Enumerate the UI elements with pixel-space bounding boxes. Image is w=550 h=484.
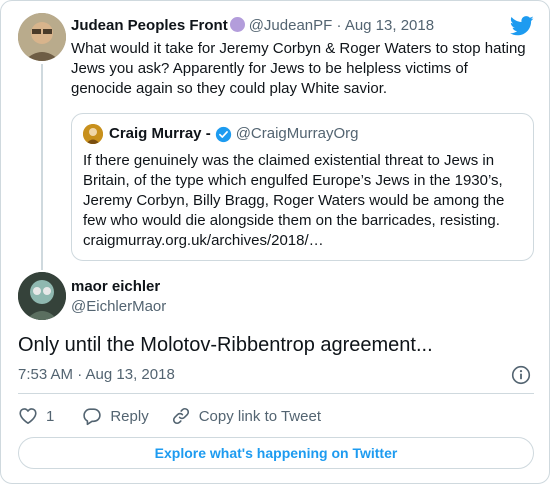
main-tweet-timestamp[interactable]: 7:53 AM · Aug 13, 2018 <box>18 365 175 385</box>
copy-link-label: Copy link to Tweet <box>198 407 321 425</box>
quoted-author-handle: @CraigMurrayOrg <box>235 125 359 142</box>
divider <box>18 393 534 394</box>
tweet-embed-card: Judean Peoples Front @JudeanPF · Aug 13, … <box>0 0 550 484</box>
quoted-author-name: Craig Murray - <box>109 125 211 142</box>
info-icon[interactable] <box>511 365 531 385</box>
verified-badge-icon <box>215 126 231 142</box>
like-count: 1 <box>46 407 55 425</box>
quoted-tweet-text: If there genuinely was the claimed exist… <box>83 152 505 249</box>
tweet-actions-bar: 1 Reply Copy link to Tweet <box>18 405 321 427</box>
main-author-handle[interactable]: @EichlerMaor <box>71 297 166 317</box>
copy-link-button[interactable]: Copy link to Tweet <box>171 405 321 427</box>
quoted-tweet-card[interactable]: Craig Murray - @CraigMurrayOrg If there … <box>71 113 534 261</box>
quoted-author-avatar <box>83 124 103 144</box>
parent-author-handle[interactable]: @JudeanPF <box>249 17 333 34</box>
twitter-bird-icon[interactable] <box>510 16 534 36</box>
parent-author-name[interactable]: Judean Peoples Front <box>71 17 228 34</box>
parent-author-avatar[interactable] <box>18 13 66 61</box>
parent-tweet-header: Judean Peoples Front @JudeanPF · Aug 13, … <box>71 16 434 36</box>
purple-circle-badge-icon <box>229 17 245 32</box>
thread-connector-line <box>41 64 43 270</box>
explore-twitter-button[interactable]: Explore what's happening on Twitter <box>18 437 534 469</box>
reply-button[interactable]: Reply <box>82 405 149 427</box>
main-author-name[interactable]: maor eichler <box>71 277 160 297</box>
like-button[interactable]: 1 <box>18 405 54 427</box>
main-tweet-text: Only until the Molotov-Ribbentrop agreem… <box>18 334 433 356</box>
header-separator: · <box>336 17 342 34</box>
parent-tweet-text: What would it take for Jeremy Corbyn & R… <box>71 40 526 97</box>
reply-label: Reply <box>110 407 149 425</box>
link-icon <box>172 407 189 425</box>
parent-tweet-date[interactable]: Aug 13, 2018 <box>345 17 434 34</box>
quoted-tweet-header: Craig Murray - @CraigMurrayOrg <box>83 124 358 144</box>
heart-icon <box>19 408 37 424</box>
main-author-avatar[interactable] <box>18 272 66 320</box>
reply-bubble-icon <box>83 408 102 426</box>
